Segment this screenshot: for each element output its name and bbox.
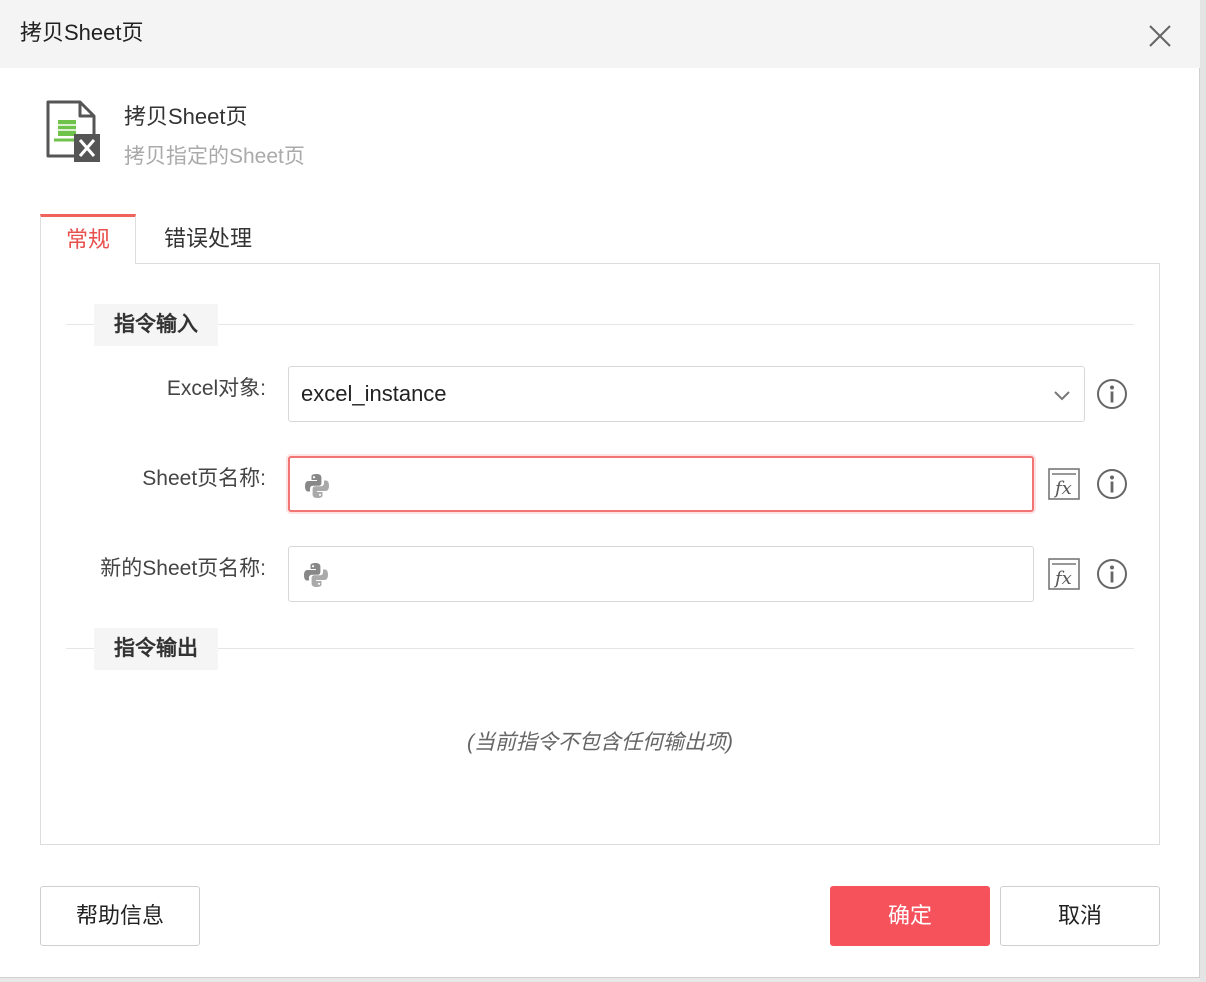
output-empty-message: (当前指令不包含任何输出项) (467, 731, 733, 754)
command-name: 拷贝Sheet页 (124, 104, 248, 129)
tab-general[interactable]: 常规 (40, 214, 136, 264)
python-icon (305, 474, 329, 498)
new-sheet-name-input[interactable] (288, 546, 1034, 602)
chevron-down-icon (1054, 391, 1070, 401)
dialog-titlebar: 拷贝Sheet页 (0, 0, 1200, 68)
output-section-title: 指令输出 (94, 628, 218, 670)
command-description: 拷贝指定的Sheet页 (124, 145, 305, 168)
close-icon (1149, 25, 1171, 47)
new-sheet-name-fx-button[interactable]: fx (1047, 557, 1081, 591)
new-sheet-name-info-icon[interactable] (1096, 558, 1128, 590)
fx-icon: fx (1048, 558, 1080, 590)
excel-object-info-icon[interactable] (1096, 378, 1128, 410)
close-button[interactable] (1142, 18, 1178, 54)
help-button[interactable]: 帮助信息 (40, 886, 200, 946)
svg-text:fx: fx (1053, 478, 1072, 499)
excel-object-select[interactable]: excel_instance (288, 366, 1085, 422)
fx-icon: fx (1048, 468, 1080, 500)
section-divider (66, 648, 1134, 649)
input-section-title: 指令输入 (94, 304, 218, 346)
excel-object-value: excel_instance (301, 381, 447, 406)
svg-text:fx: fx (1053, 568, 1072, 589)
excel-sheet-icon (44, 98, 104, 166)
ok-button[interactable]: 确定 (830, 886, 990, 946)
new-sheet-name-label: 新的Sheet页名称: (100, 557, 266, 580)
sheet-name-info-icon[interactable] (1096, 468, 1128, 500)
python-icon (304, 563, 328, 587)
cancel-button[interactable]: 取消 (1000, 886, 1160, 946)
dialog-title: 拷贝Sheet页 (20, 20, 144, 45)
section-divider (66, 324, 1134, 325)
tab-error-handling[interactable]: 错误处理 (140, 214, 276, 264)
sheet-name-fx-button[interactable]: fx (1047, 467, 1081, 501)
excel-object-label: Excel对象: (166, 377, 266, 400)
copy-sheet-dialog: 拷贝Sheet页 拷贝Sheet页 拷贝指定的Sheet页 常规 错误处理 指令… (0, 0, 1200, 978)
sheet-name-label: Sheet页名称: (142, 467, 266, 490)
background-edge (1200, 0, 1206, 982)
sheet-name-input[interactable] (288, 456, 1034, 512)
